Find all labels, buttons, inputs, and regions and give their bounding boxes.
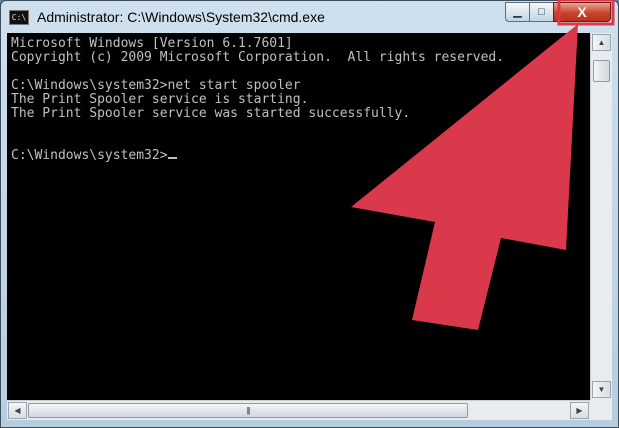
horizontal-scroll-thumb[interactable]: ||| [28,403,468,418]
minimize-button[interactable]: ▁ [505,2,530,22]
scroll-left-button[interactable]: ◀ [8,402,27,419]
vertical-scroll-thumb[interactable] [593,60,610,82]
console-output[interactable]: Microsoft Windows [Version 6.1.7601] Cop… [7,33,590,400]
horizontal-scrollbar[interactable]: ◀ ||| ▶ [7,400,590,420]
title-bar[interactable]: C:\ Administrator: C:\Windows\System32\c… [1,1,618,33]
console-line: Copyright (c) 2009 Microsoft Corporation… [11,50,505,65]
cmd-icon[interactable]: C:\ [9,10,29,25]
text-cursor [167,157,177,159]
scroll-up-button[interactable]: ▲ [592,34,611,51]
window-title: Administrator: C:\Windows\System32\cmd.e… [37,9,325,25]
console-line: C:\Windows\system32>net start spooler [11,78,301,93]
scroll-down-button[interactable]: ▼ [592,381,611,398]
console-prompt: C:\Windows\system32> [11,148,168,163]
console-line: The Print Spooler service is starting. [11,92,309,107]
scroll-right-button[interactable]: ▶ [570,402,589,419]
cmd-window: C:\ Administrator: C:\Windows\System32\c… [0,0,619,428]
console-line: Microsoft Windows [Version 6.1.7601] [11,36,293,51]
resize-corner[interactable] [590,400,612,420]
maximize-button[interactable]: □ [529,2,554,22]
console-line: The Print Spooler service was started su… [11,106,411,121]
close-button[interactable]: X [553,2,611,22]
vertical-scrollbar[interactable]: ▲ ▼ [590,33,612,400]
